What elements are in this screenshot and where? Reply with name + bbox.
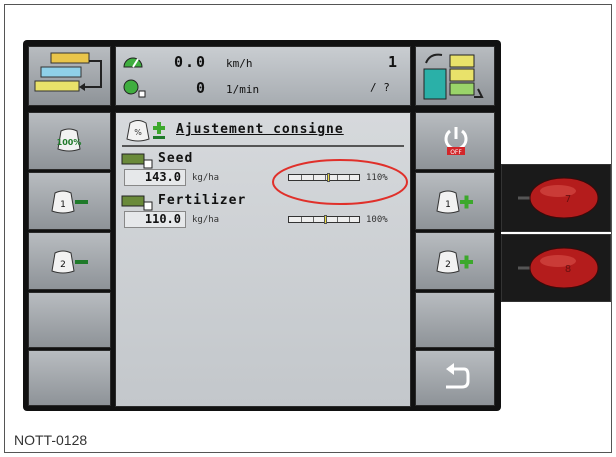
sections-view-button[interactable] [415, 46, 495, 106]
status-header: 0.0 km/h 0 1/min 1 / ? [115, 46, 411, 106]
fertilizer-rate-bar [288, 215, 360, 224]
hardware-key-8[interactable]: 8 [512, 245, 602, 291]
product-name-seed: Seed [158, 151, 194, 166]
rate-adjust-icon: % [126, 120, 165, 142]
speed-unit: km/h [226, 57, 253, 70]
speed-value: 0.0 [174, 53, 208, 71]
product2-decrease-button[interactable]: 2 [28, 232, 111, 290]
seed-rate-unit: kg/ha [192, 173, 220, 183]
back-button[interactable] [415, 350, 495, 406]
pto-rpm-icon [123, 79, 146, 98]
right-empty-button-4[interactable] [415, 292, 495, 348]
bag-1-plus-icon: 1 [436, 190, 473, 214]
hardware-key-8-panel: 8 [501, 234, 611, 302]
left-empty-button-5[interactable] [28, 350, 111, 406]
back-arrow-icon [446, 363, 470, 389]
fertilizer-rate-unit: kg/ha [192, 215, 220, 225]
fertilizer-rate-percent: 100% [366, 215, 388, 225]
hardware-key-7-label: 7 [565, 194, 571, 205]
product2-increase-button[interactable]: 2 [415, 232, 495, 290]
hardware-key-7[interactable]: 7 [512, 175, 602, 221]
fertilizer-product-icon [121, 195, 153, 211]
reset-100-percent-button[interactable]: 100% [28, 112, 111, 170]
power-off-button[interactable]: OFF [415, 112, 495, 170]
bag-2-plus-label: 2 [445, 260, 451, 270]
bag-100-label: 100% [57, 138, 82, 147]
svg-text:%: % [134, 128, 142, 137]
section-count: 1 [388, 53, 398, 71]
field-layout-icon [34, 52, 102, 92]
field-layout-button[interactable] [28, 46, 111, 106]
section-fraction: / ? [370, 81, 390, 94]
terminal-screen: 0.0 km/h 0 1/min 1 / ? 100% 1 2 % Ajuste… [23, 40, 501, 411]
fertilizer-rate-marker [323, 215, 327, 224]
bag-1-label: 1 [60, 200, 66, 210]
fertilizer-rate-value: 110.0 [124, 211, 186, 228]
bag-1-minus-icon: 1 [51, 190, 88, 214]
product-name-fertilizer: Fertilizer [158, 193, 247, 208]
seed-rate-value: 143.0 [124, 169, 186, 186]
figure-caption: NOTT-0128 [14, 432, 88, 448]
rpm-unit: 1/min [226, 83, 260, 96]
bag-2-plus-icon: 2 [436, 250, 473, 274]
product1-decrease-button[interactable]: 1 [28, 172, 111, 230]
bag-100-percent-icon: 100% [57, 128, 82, 152]
rate-adjust-panel: % Ajustement consigne Seed 143.0 kg/ha 1… [115, 112, 411, 407]
hardware-key-8-label: 8 [565, 264, 571, 275]
bag-1-plus-label: 1 [445, 200, 451, 210]
sections-icon [423, 53, 484, 100]
panel-title: Ajustement consigne [176, 122, 344, 137]
bag-2-minus-icon: 2 [51, 250, 88, 274]
left-empty-button-4[interactable] [28, 292, 111, 348]
product1-increase-button[interactable]: 1 [415, 172, 495, 230]
rpm-value: 0 [196, 79, 206, 97]
speedometer-icon [123, 57, 143, 68]
off-label: OFF [450, 149, 462, 156]
seed-product-icon [121, 153, 153, 169]
highlight-ellipse [272, 159, 408, 205]
bag-2-label: 2 [60, 260, 66, 270]
power-off-icon: OFF [444, 127, 468, 156]
hardware-key-7-panel: 7 [501, 164, 611, 232]
